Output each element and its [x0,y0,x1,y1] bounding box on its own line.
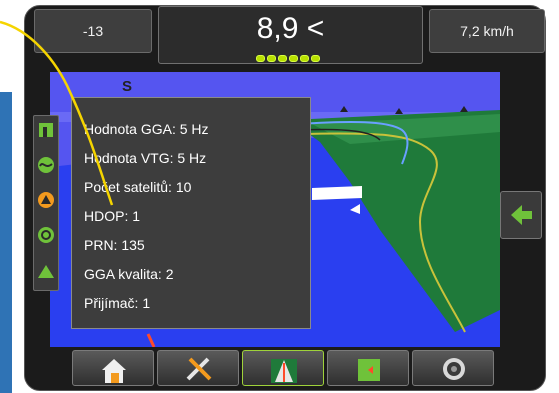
callout-line [0,20,114,206]
